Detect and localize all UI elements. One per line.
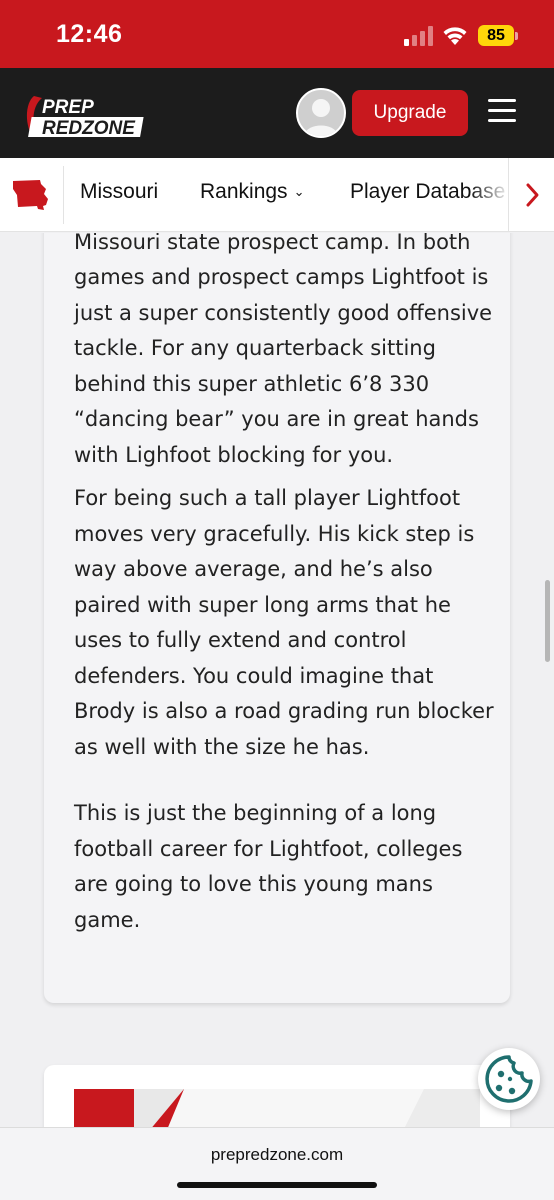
missouri-state-icon[interactable] bbox=[10, 175, 50, 215]
url-text[interactable]: prepredzone.com bbox=[0, 1145, 554, 1165]
avatar-silhouette-icon bbox=[304, 99, 338, 136]
upgrade-button[interactable]: Upgrade bbox=[352, 90, 468, 136]
chevron-down-icon: ⌄ bbox=[293, 184, 305, 199]
browser-url-bar[interactable]: prepredzone.com bbox=[0, 1127, 554, 1200]
nav-item-missouri[interactable]: Missouri bbox=[80, 180, 158, 204]
nav-fade bbox=[470, 158, 510, 231]
page-scrollbar[interactable] bbox=[545, 580, 550, 662]
page-content: year for the Willard tigers and at the M… bbox=[0, 233, 554, 1127]
prep-redzone-logo[interactable]: PREP REDZONE bbox=[22, 92, 150, 140]
chevron-right-icon bbox=[526, 183, 539, 207]
article-paragraph: This is just the beginning of a long foo… bbox=[74, 801, 463, 932]
status-time: 12:46 bbox=[56, 20, 123, 48]
status-bar: 12:46 85 bbox=[0, 0, 554, 68]
logo-text-prep: PREP bbox=[42, 97, 94, 118]
site-header: PREP REDZONE Upgrade bbox=[0, 68, 554, 158]
hamburger-menu-icon[interactable] bbox=[488, 99, 516, 123]
user-avatar[interactable] bbox=[296, 88, 346, 138]
cellular-signal-icon bbox=[404, 26, 433, 46]
nav-scroll-right-button[interactable] bbox=[508, 158, 554, 231]
home-indicator bbox=[177, 1182, 377, 1188]
battery-tip bbox=[515, 32, 518, 40]
article-paragraph: year for the Willard tigers and at the M… bbox=[74, 233, 493, 467]
nav-item-rankings-label: Rankings bbox=[200, 180, 288, 203]
nav-item-rankings[interactable]: Rankings ⌄ bbox=[200, 180, 304, 204]
player-card[interactable] bbox=[44, 1065, 510, 1127]
cookie-settings-button[interactable] bbox=[478, 1048, 540, 1110]
section-nav: Missouri Rankings ⌄ Player Database bbox=[0, 158, 554, 232]
wifi-icon bbox=[443, 27, 467, 45]
player-card-banner bbox=[74, 1089, 480, 1127]
nav-divider bbox=[63, 166, 64, 224]
logo-text-redzone: REDZONE bbox=[42, 118, 136, 139]
battery-indicator: 85 bbox=[478, 25, 514, 46]
article-card: year for the Willard tigers and at the M… bbox=[44, 233, 510, 1003]
article-paragraph: For being such a tall player Lightfoot m… bbox=[74, 486, 494, 759]
cookie-icon bbox=[485, 1055, 533, 1103]
